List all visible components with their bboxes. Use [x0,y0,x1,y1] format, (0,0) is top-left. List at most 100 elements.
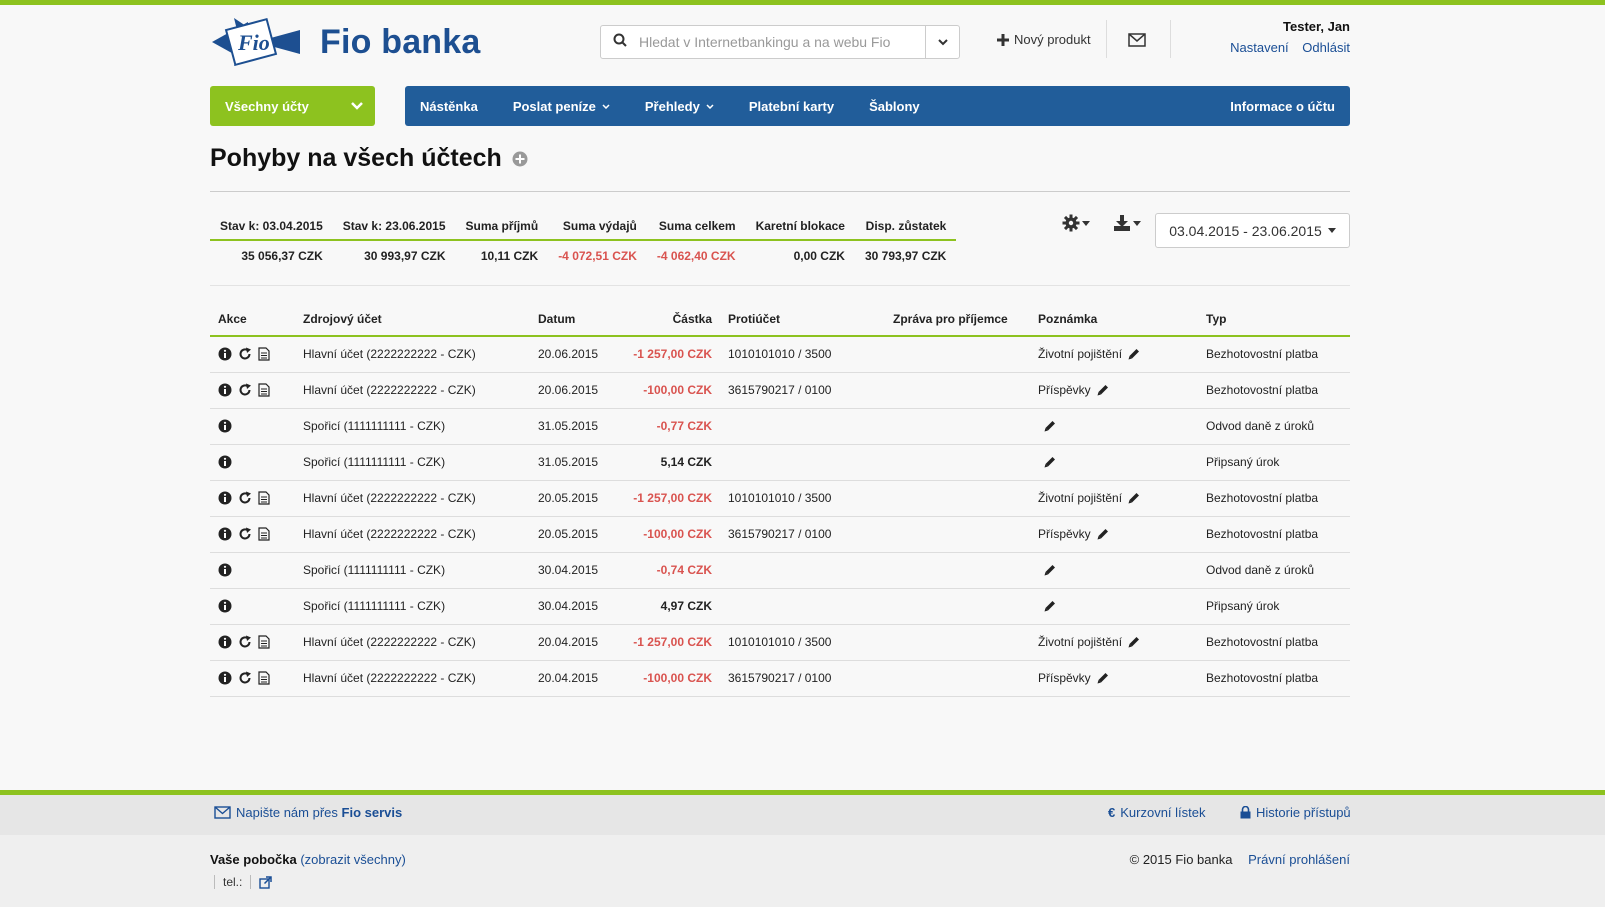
row-actions [210,516,295,553]
pencil-icon[interactable] [1097,384,1109,396]
nav-item-send-money[interactable]: Poslat peníze [513,99,610,114]
envelope-icon[interactable] [1128,33,1146,52]
row-actions [210,624,295,661]
table-row[interactable]: Hlavní účet (2222222222 - CZK) 20.06.2015… [210,372,1350,409]
user-panel: Tester, Jan Nastavení Odhlásit [1220,19,1350,55]
brand-name: Fio banka [320,22,481,61]
document-icon[interactable] [258,383,270,397]
date-cell: 31.05.2015 [530,444,625,481]
row-actions [210,660,295,697]
fio-servis-label: Fio servis [341,805,403,820]
settings-link[interactable]: Nastavení [1230,40,1289,55]
divider [250,875,252,889]
download-dropdown[interactable] [1113,214,1141,232]
repeat-icon[interactable] [238,635,252,649]
chevron-down-icon [706,103,714,109]
info-icon[interactable] [218,383,232,397]
pencil-icon[interactable] [1044,420,1056,432]
message-cell [885,552,1030,589]
divider [210,285,1350,286]
info-icon[interactable] [218,527,232,541]
pencil-icon[interactable] [1128,348,1140,360]
nav-item-templates[interactable]: Šablony [869,99,920,114]
date-cell: 20.05.2015 [530,516,625,553]
document-icon[interactable] [258,347,270,361]
document-icon[interactable] [258,671,270,685]
info-icon[interactable] [218,563,232,577]
pencil-icon[interactable] [1097,528,1109,540]
table-row[interactable]: Hlavní účet (2222222222 - CZK) 20.04.2015… [210,660,1350,697]
pencil-icon[interactable] [1097,672,1109,684]
contact-fio-servis-link[interactable]: Napište nám přes Fio servis [214,805,402,820]
svg-text:Fio: Fio [237,30,270,55]
chevron-down-icon [602,103,610,109]
logout-link[interactable]: Odhlásit [1302,40,1350,55]
write-us-label: Napište nám přes [236,805,338,820]
access-history-link[interactable]: Historie přístupů [1240,805,1351,820]
column-header: Zdrojový účet [295,304,530,337]
nav-item-dashboard[interactable]: Nástěnka [420,99,478,114]
type-cell: Bezhotovostní platba [1198,516,1350,553]
settings-dropdown[interactable] [1062,214,1090,232]
table-row[interactable]: Spořicí (1111111111 - CZK) 31.05.2015 -0,7… [210,408,1350,445]
info-icon[interactable] [218,455,232,469]
type-cell: Bezhotovostní platba [1198,480,1350,517]
table-row[interactable]: Hlavní účet (2222222222 - CZK) 20.05.2015… [210,480,1350,517]
exchange-rates-link[interactable]: € Kurzovní lístek [1108,805,1206,820]
repeat-icon[interactable] [238,491,252,505]
show-all-branches-link[interactable]: (zobrazit všechny) [300,852,405,867]
nav-item-overviews[interactable]: Přehledy [645,99,714,114]
all-accounts-dropdown[interactable]: Všechny účty [210,86,375,126]
divider [214,875,215,889]
nav-item-account-info[interactable]: Informace o účtu [1230,99,1335,114]
info-icon[interactable] [218,347,232,361]
pencil-icon[interactable] [1044,564,1056,576]
repeat-icon[interactable] [238,347,252,361]
row-actions [210,480,295,517]
pencil-icon[interactable] [1128,492,1140,504]
repeat-icon[interactable] [238,527,252,541]
table-row[interactable]: Hlavní účet (2222222222 - CZK) 20.05.2015… [210,516,1350,553]
date-cell: 20.06.2015 [530,336,625,373]
document-icon[interactable] [258,491,270,505]
source-account: Hlavní účet (2222222222 - CZK) [295,624,530,661]
amount-cell: 4,97 CZK [625,588,720,625]
date-cell: 20.04.2015 [530,624,625,661]
table-row[interactable]: Spořicí (1111111111 - CZK) 30.04.2015 -0,7… [210,552,1350,589]
repeat-icon[interactable] [238,671,252,685]
info-icon[interactable] [218,635,232,649]
type-cell: Připsaný úrok [1198,444,1350,481]
document-icon[interactable] [258,635,270,649]
info-icon[interactable] [218,599,232,613]
top-accent-bar [0,0,1605,5]
search-dropdown-button[interactable] [925,26,959,58]
user-name: Tester, Jan [1283,19,1350,34]
table-row[interactable]: Hlavní účet (2222222222 - CZK) 20.06.2015… [210,336,1350,373]
pencil-icon[interactable] [1044,456,1056,468]
all-accounts-label: Všechny účty [225,98,309,114]
external-link-icon[interactable] [259,875,273,889]
table-row[interactable]: Hlavní účet (2222222222 - CZK) 20.04.2015… [210,624,1350,661]
repeat-icon[interactable] [238,383,252,397]
info-icon[interactable] [218,671,232,685]
note-cell: Příspěvky [1030,372,1198,409]
new-product-button[interactable]: Nový produkt [997,32,1091,47]
table-row[interactable]: Spořicí (1111111111 - CZK) 31.05.2015 5,14… [210,444,1350,481]
table-row[interactable]: Spořicí (1111111111 - CZK) 30.04.2015 4,97… [210,588,1350,625]
search-icon[interactable] [601,33,639,52]
plus-circle-icon[interactable] [512,151,528,167]
legal-link[interactable]: Právní prohlášení [1248,852,1350,867]
envelope-icon [214,806,231,819]
pencil-icon[interactable] [1044,600,1056,612]
date-range-picker[interactable]: 03.04.2015 - 23.06.2015 [1155,213,1350,248]
info-icon[interactable] [218,491,232,505]
fio-logo[interactable]: Fio Fio banka [210,14,481,70]
pencil-icon[interactable] [1128,636,1140,648]
info-icon[interactable] [218,419,232,433]
search-input[interactable] [639,27,925,57]
summary-header: Karetní blokace [745,215,855,241]
header-divider [1170,20,1171,58]
nav-item-cards[interactable]: Platební karty [749,99,834,114]
document-icon[interactable] [258,527,270,541]
summary-header: Stav k: 23.06.2015 [332,215,456,241]
